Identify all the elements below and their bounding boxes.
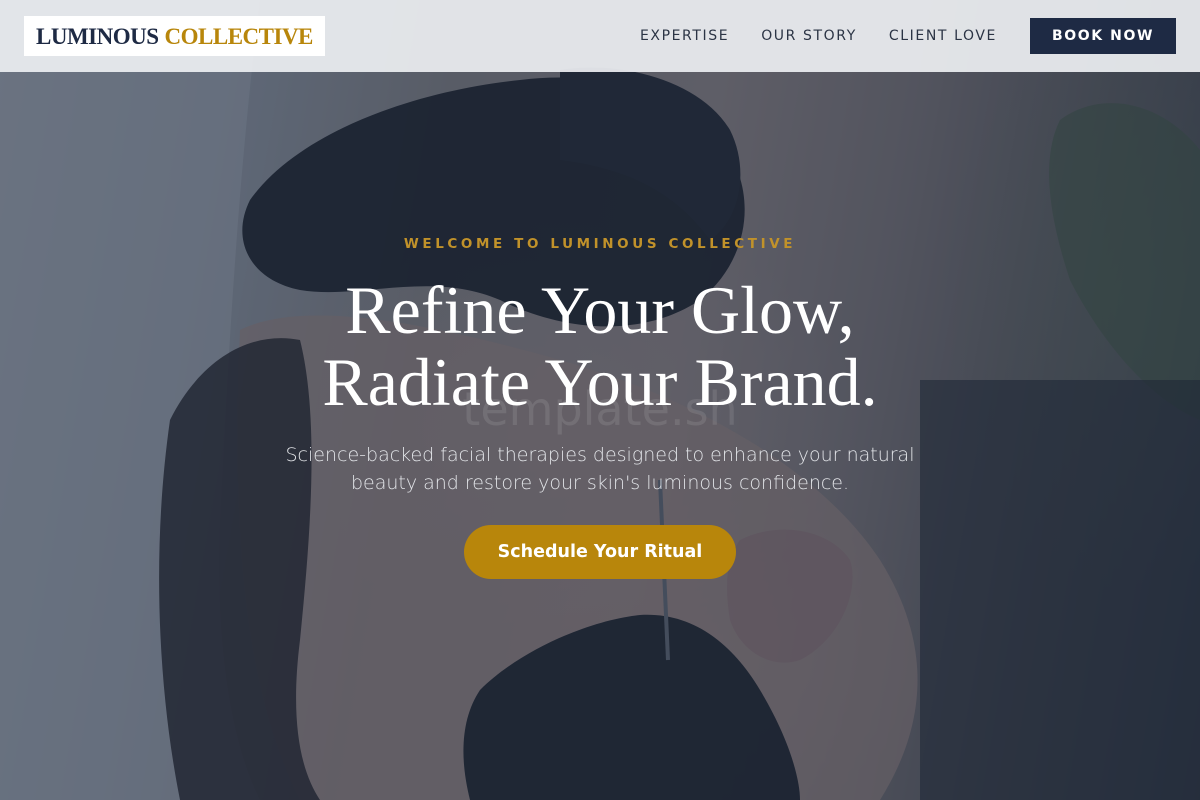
hero-headline-line1: Refine Your Glow, (345, 272, 855, 348)
main-nav: EXPERTISE OUR STORY CLIENT LOVE BOOK NOW (608, 18, 1176, 54)
nav-link-client-love[interactable]: CLIENT LOVE (889, 28, 997, 44)
hero-headline: Refine Your Glow, Radiate Your Brand. (322, 274, 877, 418)
book-now-button[interactable]: BOOK NOW (1030, 18, 1176, 54)
nav-link-our-story[interactable]: OUR STORY (761, 28, 857, 44)
logo-text-primary: LUMINOUS (36, 23, 159, 49)
schedule-ritual-button[interactable]: Schedule Your Ritual (464, 525, 736, 579)
site-header: LUMINOUS COLLECTIVE EXPERTISE OUR STORY … (0, 0, 1200, 72)
brand-logo[interactable]: LUMINOUS COLLECTIVE (24, 16, 325, 56)
hero-headline-line2: Radiate Your Brand. (322, 344, 878, 420)
hero-subtext: Science-backed facial therapies designed… (285, 444, 915, 494)
nav-link-expertise[interactable]: EXPERTISE (640, 28, 729, 44)
hero-eyebrow: WELCOME TO LUMINOUS COLLECTIVE (403, 236, 797, 252)
logo-text-accent: COLLECTIVE (164, 23, 314, 49)
hero-content: WELCOME TO LUMINOUS COLLECTIVE Refine Yo… (0, 0, 1200, 800)
